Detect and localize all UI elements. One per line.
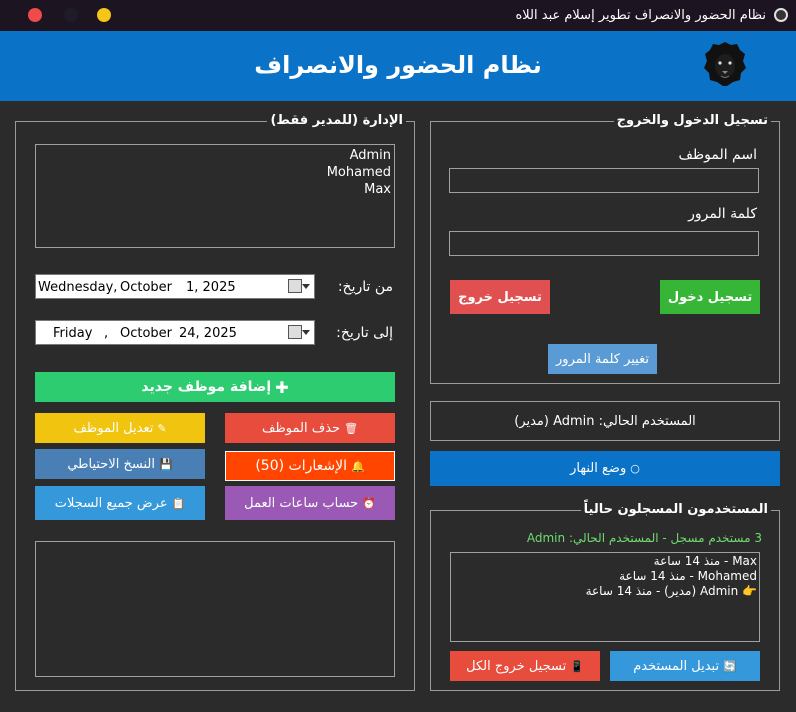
notifications-label: الإشعارات (50) xyxy=(255,458,347,474)
list-item[interactable]: Max xyxy=(39,181,391,198)
from-date-label: من تاريخ: xyxy=(337,279,393,295)
day-mode-toggle-button[interactable]: ○ وضع النهار xyxy=(430,451,780,486)
window-title: نظام الحضور والانصراف تطوير إسلام عبد ال… xyxy=(515,8,766,23)
floppy-disk-icon: 💾 xyxy=(158,457,173,471)
edit-employee-label: تعديل الموظف xyxy=(73,420,154,436)
work-hours-button[interactable]: ⏰ حساب ساعات العمل xyxy=(225,486,395,520)
logged-in-users-list[interactable]: Max - منذ 14 ساعة Mohamed - منذ 14 ساعة … xyxy=(450,552,760,642)
page-title: نظام الحضور والانصراف xyxy=(254,51,542,79)
maximize-window-button[interactable] xyxy=(97,8,111,22)
from-date-month: October xyxy=(120,280,173,295)
trash-icon: 🗑 xyxy=(344,421,359,435)
list-item[interactable]: Mohamed - منذ 14 ساعة xyxy=(453,569,757,584)
list-item[interactable]: 👉 Admin (مدير) - منذ 14 ساعة xyxy=(453,584,757,599)
delete-employee-button[interactable]: 🗑 حذف الموظف xyxy=(225,413,395,443)
app-icon xyxy=(774,8,788,22)
to-date-day: Friday xyxy=(53,326,93,341)
add-employee-label: إضافة موظف جديد xyxy=(141,379,272,395)
backup-button[interactable]: 💾 النسخ الاحتياطي xyxy=(35,449,205,479)
records-output-area[interactable] xyxy=(35,541,395,677)
list-item[interactable]: Max - منذ 14 ساعة xyxy=(453,554,757,569)
notifications-button[interactable]: 🔔 الإشعارات (50) xyxy=(225,451,395,481)
admin-panel-title: الإدارة (للمدير فقط) xyxy=(267,113,406,129)
view-all-records-button[interactable]: 📋 عرض جميع السجلات xyxy=(35,486,205,520)
list-item[interactable]: Admin xyxy=(39,147,391,164)
edit-employee-button[interactable]: ✎ تعديل الموظف xyxy=(35,413,205,443)
calendar-icon[interactable] xyxy=(288,325,302,339)
clipboard-icon: 📋 xyxy=(171,496,186,510)
current-user-display: المستخدم الحالي: Admin (مدير) xyxy=(430,401,780,441)
password-label: كلمة المرور xyxy=(688,206,757,222)
app-header: نظام الحضور والانصراف xyxy=(0,31,796,101)
to-date-label: إلى تاريخ: xyxy=(336,325,393,341)
title-bar: نظام الحضور والانصراف تطوير إسلام عبد ال… xyxy=(0,0,796,31)
to-date-picker[interactable]: Friday , October 24, 2025 xyxy=(35,320,315,345)
plus-icon: ✚ xyxy=(275,377,289,397)
username-label: اسم الموظف xyxy=(678,147,757,163)
checkout-label: تسجيل خروج xyxy=(458,289,542,305)
day-mode-label: وضع النهار xyxy=(570,461,627,476)
add-employee-button[interactable]: ✚ إضافة موظف جديد xyxy=(35,372,395,402)
login-panel-title: تسجيل الدخول والخروج xyxy=(613,113,771,129)
phone-icon: 📱 xyxy=(570,659,584,673)
refresh-icon: 🔄 xyxy=(723,659,737,673)
checkin-label: تسجيل دخول xyxy=(667,289,753,305)
switch-user-button[interactable]: 🔄 تبديل المستخدم xyxy=(610,651,760,681)
close-window-button[interactable] xyxy=(28,8,42,22)
bell-icon: 🔔 xyxy=(350,459,365,473)
password-input[interactable] xyxy=(449,231,759,256)
view-all-records-label: عرض جميع السجلات xyxy=(54,495,168,511)
employee-list[interactable]: Admin Mohamed Max xyxy=(35,144,395,248)
checkout-button[interactable]: تسجيل خروج xyxy=(450,280,550,314)
logout-all-label: تسجيل خروج الكل xyxy=(466,658,567,674)
change-password-label: تغيير كلمة المرور xyxy=(556,351,649,367)
from-date-date: 1, 2025 xyxy=(186,280,236,295)
checkin-button[interactable]: تسجيل دخول xyxy=(660,280,760,314)
change-password-button[interactable]: تغيير كلمة المرور xyxy=(548,344,657,374)
to-date-month: October xyxy=(120,326,173,341)
from-date-day: Wednesday, xyxy=(38,280,118,295)
to-date-separator: , xyxy=(104,326,109,341)
alarm-clock-icon: ⏰ xyxy=(362,496,376,510)
current-user-text: المستخدم الحالي: Admin (مدير) xyxy=(514,413,696,429)
minimize-window-button[interactable] xyxy=(64,8,78,22)
circle-icon: ○ xyxy=(630,462,640,475)
list-item[interactable]: Mohamed xyxy=(39,164,391,181)
backup-label: النسخ الاحتياطي xyxy=(67,456,155,472)
username-input[interactable] xyxy=(449,168,759,193)
switch-user-label: تبديل المستخدم xyxy=(633,658,720,674)
chevron-down-icon[interactable] xyxy=(302,284,310,289)
logged-in-status: 3 مستخدم مسجل - المستخدم الحالي: Admin xyxy=(526,531,762,545)
chevron-down-icon[interactable] xyxy=(302,330,310,335)
delete-employee-label: حذف الموظف xyxy=(261,420,341,436)
pencil-icon: ✎ xyxy=(157,421,167,435)
from-date-picker[interactable]: Wednesday, October 1, 2025 xyxy=(35,274,315,299)
calendar-icon[interactable] xyxy=(288,279,302,293)
to-date-date: 24, 2025 xyxy=(179,326,237,341)
logged-in-users-title: المستخدمون المسجلون حالياً xyxy=(580,502,771,518)
work-hours-label: حساب ساعات العمل xyxy=(244,495,359,511)
logout-all-button[interactable]: 📱 تسجيل خروج الكل xyxy=(450,651,600,681)
